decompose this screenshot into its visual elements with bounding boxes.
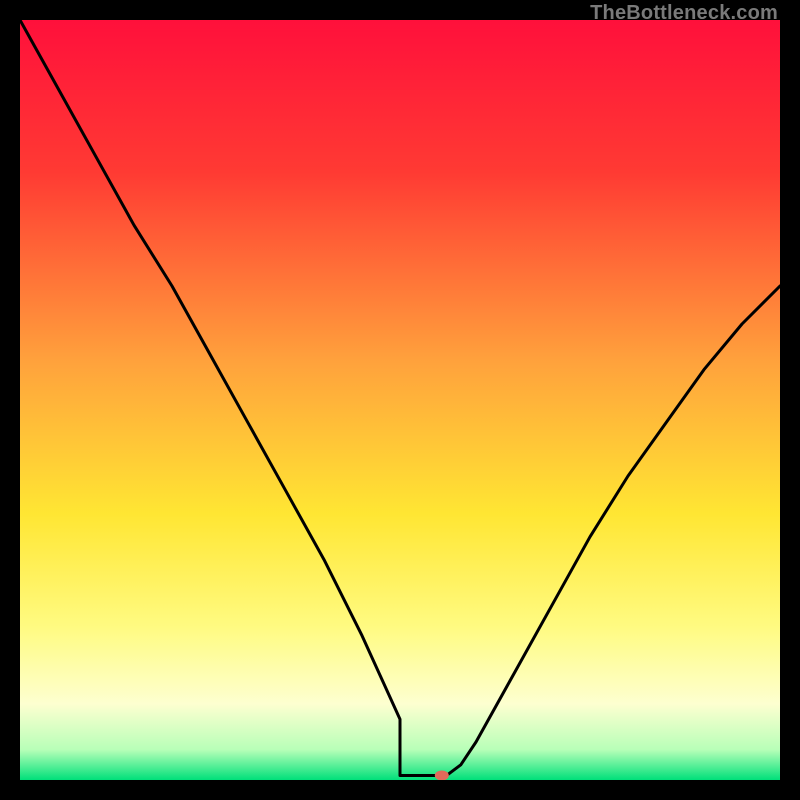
watermark-text: TheBottleneck.com xyxy=(590,2,778,25)
plot-area xyxy=(20,20,780,780)
min-marker xyxy=(435,770,449,780)
chart-svg xyxy=(20,20,780,780)
chart-frame: TheBottleneck.com xyxy=(0,0,800,800)
gradient-background xyxy=(20,20,780,780)
